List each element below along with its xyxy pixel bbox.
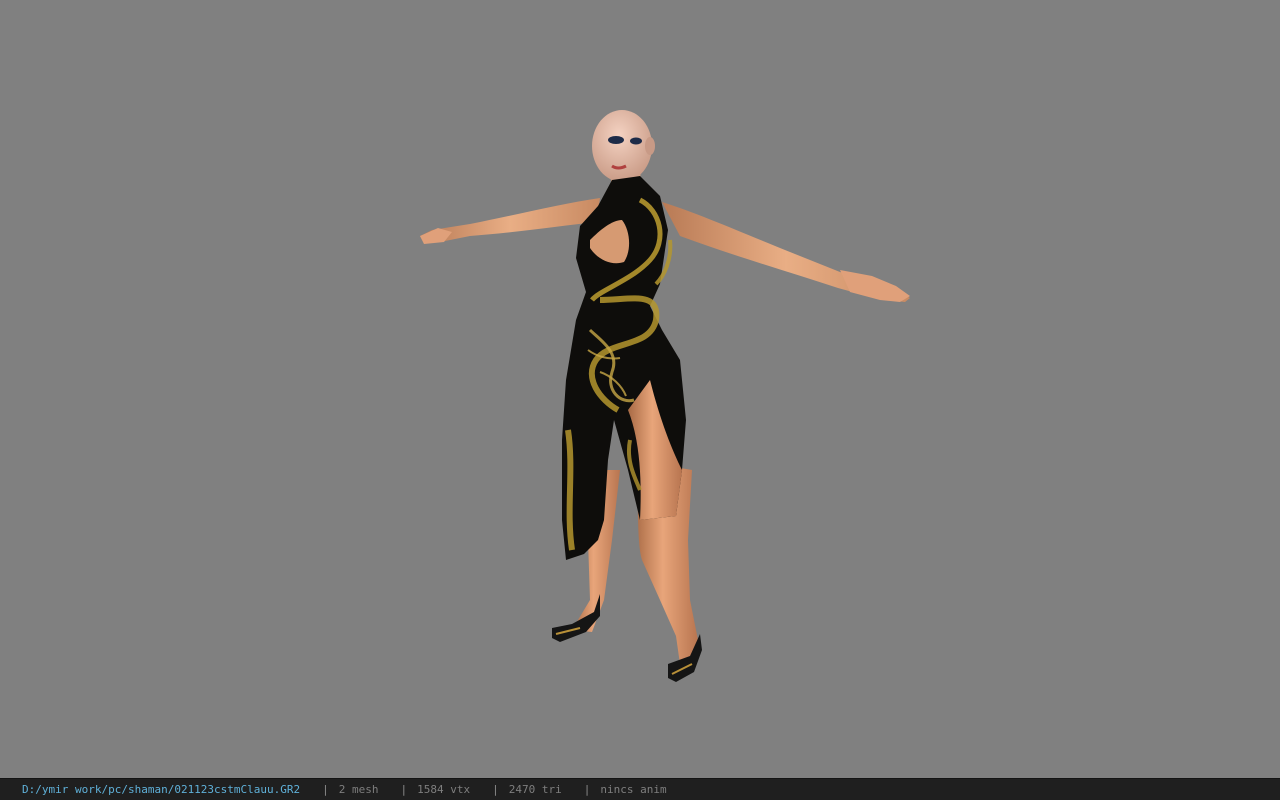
animation-status: nincs anim bbox=[600, 783, 667, 796]
triangle-count: 2470 tri bbox=[508, 783, 562, 796]
mesh-count: 2 mesh bbox=[338, 783, 379, 796]
separator: | bbox=[583, 783, 591, 796]
separator: | bbox=[400, 783, 408, 796]
character-model-icon bbox=[420, 110, 910, 682]
status-bar: D:/ymir work/pc/shaman/021123cstmClauu.G… bbox=[0, 778, 1280, 800]
3d-viewport[interactable] bbox=[0, 0, 1280, 778]
file-path: D:/ymir work/pc/shaman/021123cstmClauu.G… bbox=[22, 783, 301, 796]
separator: | bbox=[322, 783, 329, 796]
separator: | bbox=[492, 783, 499, 796]
vertex-count: 1584 vtx bbox=[417, 783, 471, 796]
